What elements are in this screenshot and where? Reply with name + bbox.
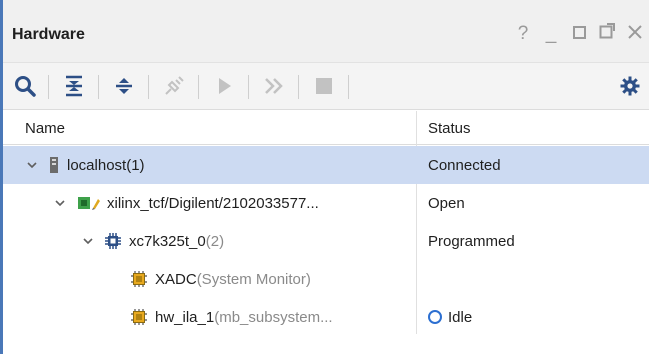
column-header-status[interactable]: Status (428, 120, 471, 137)
auto-connect-button[interactable] (159, 71, 189, 101)
status-text: Idle (448, 308, 473, 326)
toolbar-separator (248, 75, 249, 99)
run-trigger-immediate-icon (265, 78, 283, 94)
chevron-down-icon[interactable] (81, 234, 95, 248)
tree-cell: localhost (1) (25, 146, 145, 184)
run-trigger-immediate-button[interactable] (259, 71, 289, 101)
chip-icon (105, 233, 121, 249)
node-description: (mb_subsystem... (214, 308, 333, 326)
toolbar (3, 62, 649, 110)
node-count: (2) (205, 232, 225, 250)
stop-trigger-icon (316, 78, 332, 94)
node-count: (1) (126, 156, 145, 174)
panel-titlebar: Hardware ? _ (3, 0, 649, 62)
auto-connect-icon (165, 76, 184, 95)
status-cell: Idle (428, 298, 472, 336)
node-label: hw_ila_1 (155, 308, 215, 326)
node-label: xilinx_tcf/Digilent/2102033577... (107, 194, 319, 212)
server-icon (50, 157, 58, 173)
idle-status-icon (428, 310, 442, 324)
node-label: xc7k325t_0 (129, 232, 206, 250)
toolbar-separator (48, 75, 49, 99)
tree-cell: xilinx_tcf/Digilent/2102033577... (53, 184, 319, 222)
status-text: Connected (428, 156, 501, 174)
toolbar-separator (148, 75, 149, 99)
run-trigger-button[interactable] (209, 71, 239, 101)
toolbar-separator (348, 75, 349, 99)
table-row-ila[interactable]: hw_ila_1 (mb_subsystem... Idle (3, 298, 649, 336)
expand-all-button[interactable] (109, 71, 139, 101)
tree-cell: hw_ila_1 (mb_subsystem... (131, 298, 333, 336)
stop-trigger-button[interactable] (309, 71, 339, 101)
status-text: Programmed (428, 232, 515, 250)
table-row-xadc[interactable]: XADC (System Monitor) (3, 260, 649, 298)
search-icon (15, 76, 36, 97)
settings-button[interactable] (615, 71, 645, 101)
toolbar-separator (198, 75, 199, 99)
close-button[interactable] (627, 22, 643, 46)
window-controls: ? _ (515, 22, 643, 46)
target-board-icon (78, 197, 100, 210)
toolbar-separator (98, 75, 99, 99)
collapse-all-icon (66, 75, 82, 97)
table-header: Name Status (3, 111, 649, 145)
tree-cell: XADC (System Monitor) (131, 260, 311, 298)
help-button[interactable]: ? (515, 22, 531, 46)
minimize-button[interactable]: _ (543, 22, 559, 46)
node-label: XADC (155, 270, 197, 288)
chevron-down-icon[interactable] (25, 158, 39, 172)
collapse-all-button[interactable] (59, 71, 89, 101)
debug-core-icon (131, 271, 147, 287)
node-description: (System Monitor) (196, 270, 311, 288)
maximize-button[interactable] (571, 22, 587, 46)
expand-all-icon (116, 78, 132, 94)
tree-cell: xc7k325t_0 (2) (81, 222, 224, 260)
settings-gear-icon (620, 76, 640, 96)
node-label: localhost (67, 156, 127, 174)
hardware-panel: Hardware ? _ Name Status localhost (1) C… (0, 0, 649, 354)
status-text: Open (428, 194, 465, 212)
float-button[interactable] (599, 22, 615, 46)
search-button[interactable] (10, 71, 40, 101)
panel-title: Hardware (12, 26, 85, 43)
debug-core-icon (131, 309, 147, 325)
column-header-name[interactable]: Name (25, 120, 65, 137)
table-row-device[interactable]: xc7k325t_0 (2) Programmed (3, 222, 649, 260)
toolbar-separator (298, 75, 299, 99)
table-row-localhost[interactable]: localhost (1) Connected (3, 146, 649, 184)
table-row-target[interactable]: xilinx_tcf/Digilent/2102033577... Open (3, 184, 649, 222)
chevron-down-icon[interactable] (53, 196, 67, 210)
run-trigger-icon (219, 78, 231, 94)
